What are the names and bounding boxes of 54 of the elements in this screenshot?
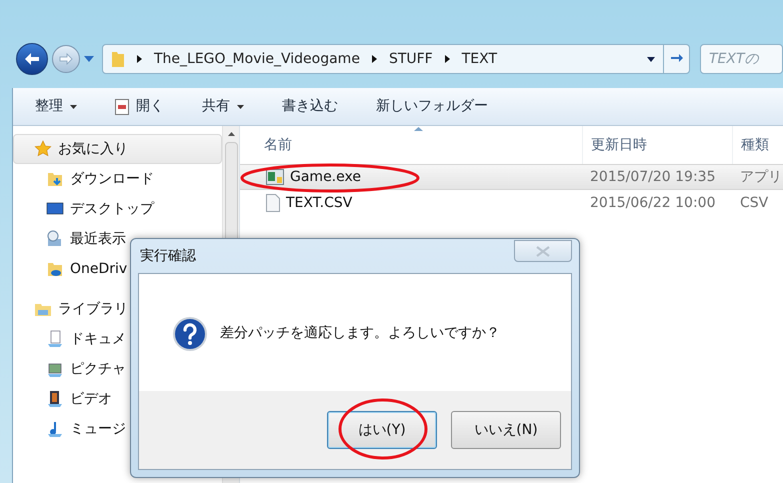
toolbar-button[interactable]: 整理	[35, 96, 77, 117]
sort-arrow-icon	[414, 127, 423, 131]
column-header[interactable]: 名前	[240, 134, 582, 156]
application-icon	[266, 169, 284, 185]
toolbar-button[interactable]: 共有	[202, 96, 244, 117]
breadcrumb[interactable]: TEXT	[462, 48, 498, 70]
document-icon	[115, 98, 129, 114]
nav-group-header[interactable]: ライブラリ	[13, 294, 222, 324]
nav-group-header[interactable]: お気に入り	[13, 134, 222, 164]
music-library-icon	[46, 420, 64, 438]
folder-icon	[111, 50, 125, 68]
video-library-icon	[46, 390, 64, 408]
nav-item[interactable]: ミュージ	[13, 414, 222, 444]
dropdown-caret-icon	[647, 56, 655, 62]
dropdown-caret-icon	[84, 56, 94, 62]
file-name: Game.exe	[290, 168, 361, 186]
breadcrumb[interactable]: STUFF	[388, 48, 433, 70]
left-arrow-icon	[24, 52, 40, 66]
chevron-icon	[137, 55, 142, 63]
nav-item[interactable]: ピクチャ	[13, 354, 222, 384]
file-row[interactable]: TEXT.CSV 2015/06/22 10:00 CSV	[240, 190, 783, 216]
address-bar[interactable]: The_LEGO_Movie_Videogame STUFF TEXT	[102, 44, 690, 74]
caret-icon	[237, 104, 244, 108]
breadcrumb[interactable]: The_LEGO_Movie_Videogame	[154, 48, 360, 70]
toolbar-button[interactable]: 新しいフォルダー	[376, 96, 488, 117]
toolbar-button[interactable]: 書き込む	[282, 96, 338, 117]
file-type: アプリ	[739, 168, 783, 186]
caret-icon	[70, 104, 77, 108]
star-icon	[34, 140, 52, 158]
modified-date: 2015/07/20 19:35	[589, 168, 716, 186]
chevron-icon	[372, 55, 377, 63]
back-button[interactable]	[16, 43, 48, 75]
document-icon	[266, 194, 280, 212]
toolbar-button[interactable]: 開く	[115, 96, 164, 117]
dialog-button[interactable]: いいえ(N)	[451, 411, 561, 449]
modified-date: 2015/06/22 10:00	[589, 194, 716, 212]
chevron-icon	[444, 55, 450, 63]
file-type: CSV	[739, 194, 770, 212]
dialog-message: 差分パッチを適応します。よろしいですか？	[220, 324, 500, 343]
folder-cloud-icon	[46, 260, 64, 278]
file-row[interactable]: Game.exe 2015/07/20 19:35 アプリ	[240, 164, 783, 190]
nav-item[interactable]: ダウンロード	[13, 164, 222, 194]
file-name: TEXT.CSV	[286, 194, 352, 212]
nav-item[interactable]: ビデオ	[13, 384, 222, 414]
documents-library-icon	[46, 330, 64, 348]
question-icon	[172, 316, 208, 352]
up-arrow-icon	[228, 132, 234, 136]
nav-item[interactable]: デスクトップ	[13, 194, 222, 224]
dialog-title: 実行確認	[139, 246, 196, 266]
folder-download-icon	[46, 170, 64, 188]
dialog-button[interactable]: はい(Y)	[327, 411, 437, 449]
right-arrow-icon	[59, 53, 73, 65]
close-icon	[536, 246, 550, 256]
recent-places-icon	[46, 230, 64, 248]
